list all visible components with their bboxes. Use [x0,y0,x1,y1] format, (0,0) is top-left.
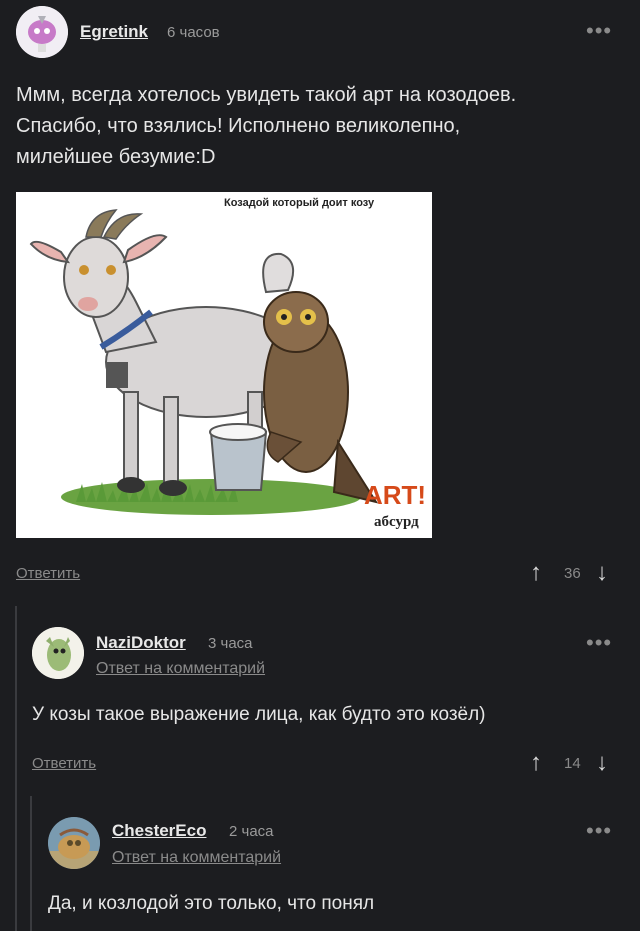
watermark-absurd: абсурд [374,514,419,530]
vote-count: 36 [564,565,581,582]
avatar-nazidoktor[interactable] [32,627,84,679]
comment-text: Ммм, всегда хотелось увидеть такой арт н… [16,80,616,173]
reply-to-link[interactable]: Ответ на комментарий [112,849,281,867]
comment-text: Да, и козлодой это только, что понял [48,893,375,914]
comment-image[interactable]: Козадой который доит козу ART! абсурд [16,192,432,538]
arrow-up-icon[interactable]: ↑ [530,749,542,777]
comment-text: У козы такое выражение лица, как будто э… [32,704,486,725]
comment-time: 2 часа [229,823,274,840]
avatar-art [32,627,84,679]
arrow-down-icon[interactable]: ↓ [596,749,608,777]
reply-button[interactable]: Ответить [16,565,80,582]
comment-time: 6 часов [167,24,220,41]
avatar-chestereco[interactable] [48,817,100,869]
watermark-art: ART! [364,480,426,510]
more-icon[interactable]: ••• [586,818,612,844]
author-name[interactable]: ChesterEco [112,821,206,841]
arrow-up-icon[interactable]: ↑ [530,559,542,587]
text-line: милейшее безумие:D [16,146,216,168]
goat-owl-illustration: Козадой который доит козу ART! абсурд [29,197,426,530]
thread-line [30,796,32,931]
text-line: Спасибо, что взялись! Исполнено великоле… [16,115,461,137]
author-name[interactable]: Egretink [80,22,148,42]
more-icon[interactable]: ••• [586,630,612,656]
reply-button[interactable]: Ответить [32,755,96,772]
avatar-art [48,817,100,869]
text-line: Ммм, всегда хотелось увидеть такой арт н… [16,84,517,106]
reply-to-link[interactable]: Ответ на комментарий [96,660,265,678]
author-name[interactable]: NaziDoktor [96,633,186,653]
arrow-down-icon[interactable]: ↓ [596,559,608,587]
image-caption: Козадой который доит козу [224,197,375,209]
vote-count: 14 [564,755,581,772]
thread-line [15,606,17,931]
avatar-art [16,6,68,58]
comment-time: 3 часа [208,635,253,652]
avatar-egretink[interactable] [16,6,68,58]
more-icon[interactable]: ••• [586,18,612,44]
